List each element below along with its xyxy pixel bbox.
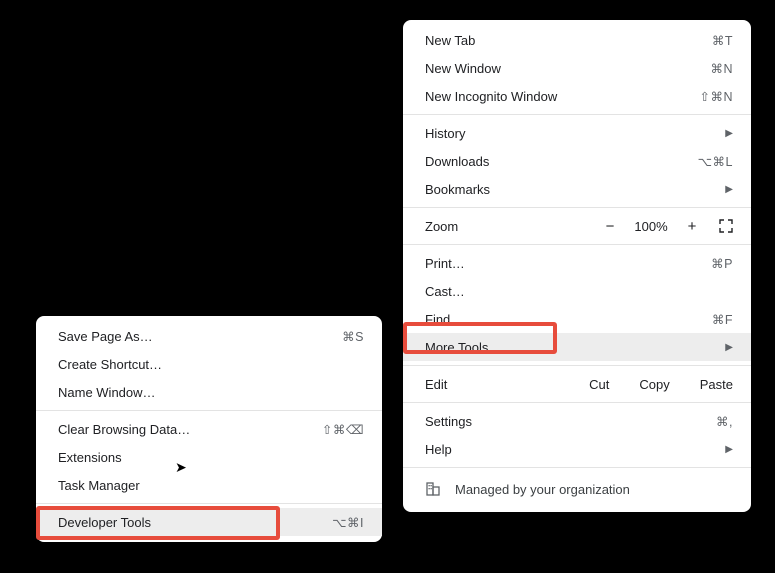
menu-label: Cast… [425,284,733,299]
menu-label: Clear Browsing Data… [58,422,310,437]
menu-separator [403,207,751,208]
menu-item-more-tools[interactable]: More Tools ▶ [403,333,751,361]
menu-item-find[interactable]: Find… ⌘F [403,305,751,333]
menu-label: Developer Tools [58,515,320,530]
edit-copy-button[interactable]: Copy [639,377,669,392]
menu-label: Create Shortcut… [58,357,364,372]
menu-label: History [425,126,713,141]
menu-label: Downloads [425,154,686,169]
menu-item-settings[interactable]: Settings ⌘, [403,407,751,435]
menu-item-developer-tools[interactable]: Developer Tools ⌥⌘I [36,508,382,536]
menu-shortcut: ⌘F [712,312,733,327]
menu-shortcut: ⌥⌘L [698,154,733,169]
menu-item-new-window[interactable]: New Window ⌘N [403,54,751,82]
menu-label: Print… [425,256,699,271]
mouse-cursor-icon: ➤ [175,459,187,476]
menu-item-clear-browsing-data[interactable]: Clear Browsing Data… ⇧⌘⌫ [36,415,382,443]
menu-item-history[interactable]: History ▶ [403,119,751,147]
menu-shortcut: ⇧⌘⌫ [322,422,364,437]
zoom-percentage: 100% [627,219,675,234]
menu-label: Settings [425,414,704,429]
more-tools-submenu: Save Page As… ⌘S Create Shortcut… Name W… [36,316,382,542]
menu-shortcut: ⌘, [716,414,733,429]
menu-shortcut: ⌘N [710,61,733,76]
enterprise-icon [425,481,441,497]
menu-shortcut: ⌘T [712,33,733,48]
menu-separator [36,503,382,504]
menu-separator [403,402,751,403]
menu-shortcut: ⌘S [342,329,364,344]
chrome-app-menu: New Tab ⌘T New Window ⌘N New Incognito W… [403,20,751,512]
menu-label: New Tab [425,33,700,48]
zoom-out-button[interactable]: − [593,215,627,237]
menu-shortcut: ⌘P [711,256,733,271]
menu-item-downloads[interactable]: Downloads ⌥⌘L [403,147,751,175]
menu-label: Task Manager [58,478,364,493]
submenu-arrow-icon: ▶ [725,184,733,195]
menu-label: Zoom [425,219,593,234]
menu-item-new-incognito-window[interactable]: New Incognito Window ⇧⌘N [403,82,751,110]
menu-label: Save Page As… [58,329,330,344]
menu-item-cast[interactable]: Cast… [403,277,751,305]
managed-label: Managed by your organization [455,482,630,497]
menu-label: More Tools [425,340,713,355]
menu-item-save-page-as[interactable]: Save Page As… ⌘S [36,322,382,350]
fullscreen-button[interactable] [719,219,733,233]
menu-item-extensions[interactable]: Extensions [36,443,382,471]
menu-label: Bookmarks [425,182,713,197]
menu-label: New Window [425,61,698,76]
menu-shortcut: ⇧⌘N [699,89,733,104]
menu-item-zoom: Zoom − 100% + [403,212,751,240]
zoom-in-button[interactable]: + [675,215,709,237]
edit-cut-button[interactable]: Cut [589,377,609,392]
menu-item-name-window[interactable]: Name Window… [36,378,382,406]
menu-label: Find… [425,312,700,327]
menu-item-create-shortcut[interactable]: Create Shortcut… [36,350,382,378]
menu-label: Extensions [58,450,364,465]
fullscreen-icon [719,219,733,233]
edit-paste-button[interactable]: Paste [700,377,733,392]
menu-separator [36,410,382,411]
menu-item-new-tab[interactable]: New Tab ⌘T [403,26,751,54]
menu-item-print[interactable]: Print… ⌘P [403,249,751,277]
menu-label: Edit [425,377,589,392]
submenu-arrow-icon: ▶ [725,342,733,353]
menu-item-task-manager[interactable]: Task Manager [36,471,382,499]
menu-item-bookmarks[interactable]: Bookmarks ▶ [403,175,751,203]
menu-item-edit: Edit Cut Copy Paste [403,370,751,398]
menu-separator [403,244,751,245]
submenu-arrow-icon: ▶ [725,128,733,139]
menu-label: Help [425,442,713,457]
menu-item-managed-by-organization[interactable]: Managed by your organization [403,472,751,506]
menu-separator [403,114,751,115]
menu-separator [403,365,751,366]
menu-item-help[interactable]: Help ▶ [403,435,751,463]
menu-separator [403,467,751,468]
menu-shortcut: ⌥⌘I [332,515,364,530]
menu-label: Name Window… [58,385,364,400]
submenu-arrow-icon: ▶ [725,444,733,455]
menu-label: New Incognito Window [425,89,687,104]
